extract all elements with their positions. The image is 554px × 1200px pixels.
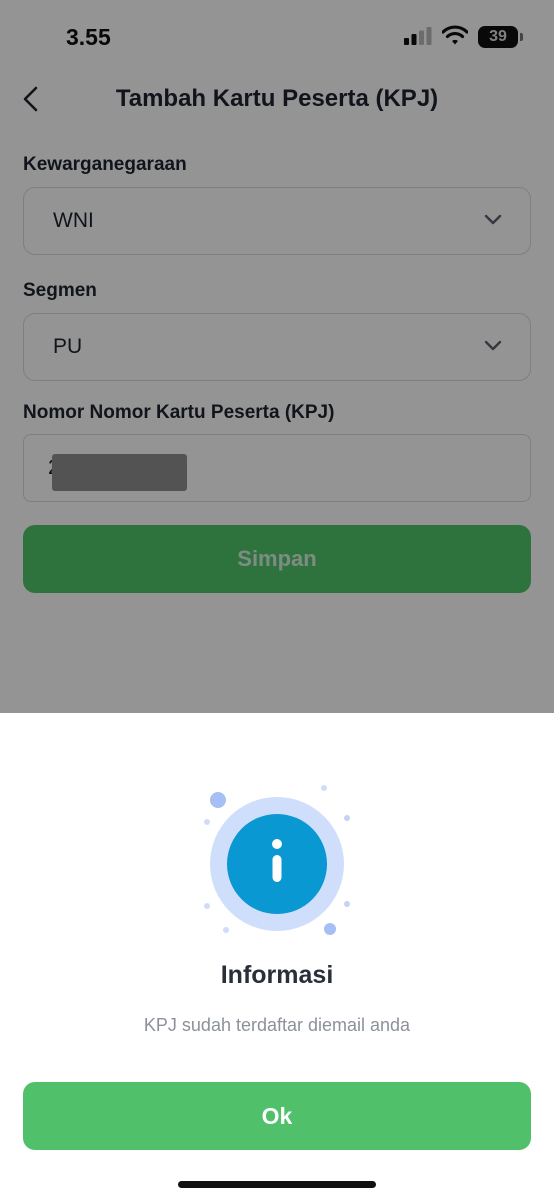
info-icon	[204, 785, 350, 935]
dialog-message: KPJ sudah terdaftar diemail anda	[143, 1015, 411, 1035]
modal-backdrop[interactable]	[0, 0, 554, 713]
dialog-title: Informasi	[220, 961, 334, 989]
home-indicator	[178, 1181, 376, 1188]
info-bottom-sheet: Informasi KPJ sudah terdaftar diemail an…	[0, 713, 554, 1200]
ok-button[interactable]: Ok	[23, 1082, 531, 1150]
